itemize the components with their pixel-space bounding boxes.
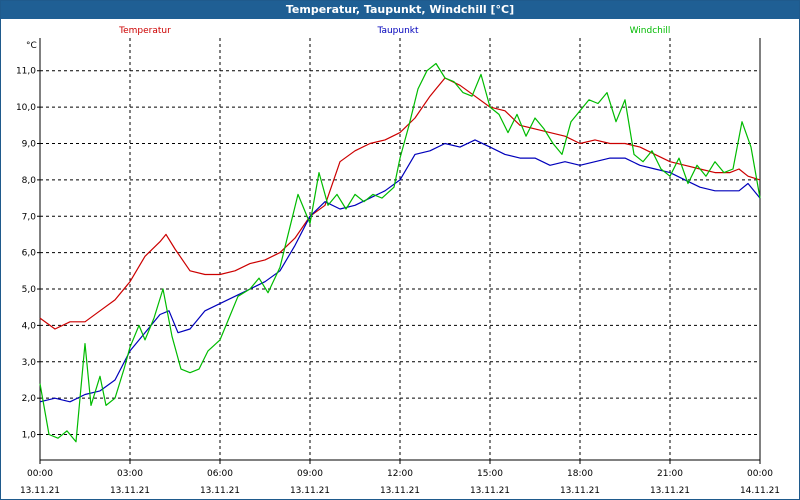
- x-tick-date: 13.11.21: [380, 486, 420, 496]
- y-tick-label: 1,0: [22, 431, 37, 441]
- y-axis-ticks: 1,0 2,0 3,0 4,0 5,0 6,0 7,0 8,0 9,0 10,0 11,0: [16, 67, 40, 441]
- x-tick-date: 13.11.21: [650, 486, 690, 496]
- y-tick-label: 5,0: [22, 285, 37, 295]
- y-tick-label: 10,0: [16, 103, 36, 113]
- y-axis-label: °C: [26, 41, 37, 51]
- x-tick-date: 13.11.21: [290, 486, 330, 496]
- x-tick-time: 00:00: [747, 469, 773, 479]
- y-tick-label: 6,0: [22, 249, 37, 259]
- x-tick-time: 06:00: [207, 469, 233, 479]
- y-tick-label: 3,0: [22, 358, 37, 368]
- legend-entry-taupunkt: Taupunkt: [376, 26, 419, 36]
- x-tick-time: 12:00: [387, 469, 413, 479]
- x-tick-date: 13.11.21: [470, 486, 510, 496]
- x-tick-date: 14.11.21: [740, 486, 780, 496]
- line-chart: 1,0 2,0 3,0 4,0 5,0 6,0 7,0 8,0 9,0 10,0 11,0 00:0…: [16, 26, 780, 496]
- x-tick-time: 18:00: [567, 469, 593, 479]
- legend-entry-temperatur: Temperatur: [118, 26, 171, 36]
- x-axis-ticks: 00:00 13.11.21 03:00 13.11.21 06:00 13.11.21 0…: [20, 460, 780, 496]
- y-tick-label: 4,0: [22, 321, 37, 331]
- x-tick-time: 21:00: [657, 469, 683, 479]
- legend: Temperatur Taupunkt Windchill: [118, 26, 670, 36]
- y-tick-label: 11,0: [16, 67, 36, 77]
- x-tick-time: 00:00: [27, 469, 53, 479]
- y-tick-label: 9,0: [22, 140, 37, 150]
- x-tick-time: 15:00: [477, 469, 503, 479]
- x-tick-date: 13.11.21: [110, 486, 150, 496]
- x-tick-date: 13.11.21: [200, 486, 240, 496]
- x-tick-time: 09:00: [297, 469, 323, 479]
- y-tick-label: 8,0: [22, 176, 37, 186]
- x-tick-date: 13.11.21: [560, 486, 600, 496]
- grid-lines: [40, 38, 760, 460]
- x-tick-time: 03:00: [117, 469, 143, 479]
- y-tick-label: 2,0: [22, 394, 37, 404]
- x-tick-date: 13.11.21: [20, 486, 60, 496]
- y-tick-label: 7,0: [22, 212, 37, 222]
- legend-entry-windchill: Windchill: [630, 26, 671, 36]
